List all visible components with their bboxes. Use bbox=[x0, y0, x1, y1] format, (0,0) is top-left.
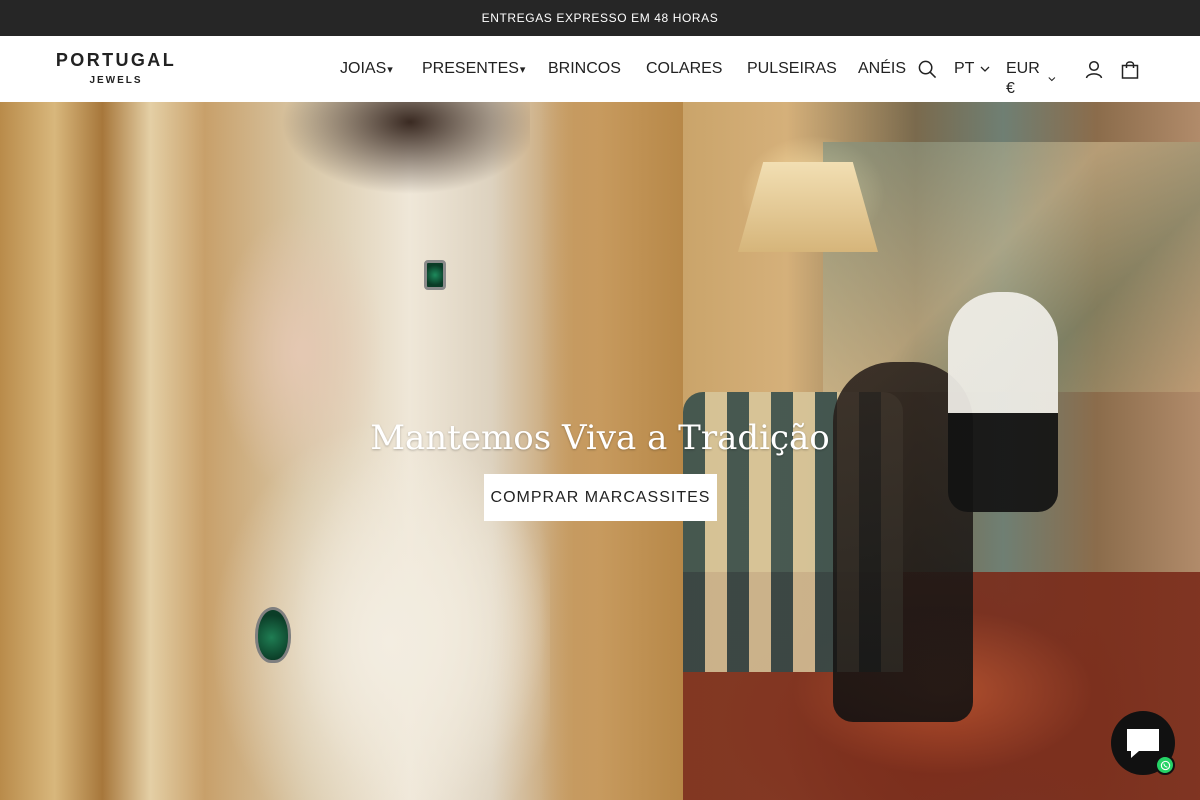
shopping-bag-icon bbox=[1121, 60, 1139, 79]
hero-content: Mantemos Viva a Tradição bbox=[0, 418, 1200, 458]
language-selector[interactable]: PT bbox=[954, 59, 990, 79]
announcement-bar: ENTREGAS EXPRESSO EM 48 HORAS bbox=[0, 0, 1200, 36]
nav-item-brincos[interactable]: BRINCOS bbox=[548, 59, 621, 79]
caret-down-icon: ▾ bbox=[387, 64, 393, 76]
hero-title: Mantemos Viva a Tradição bbox=[370, 418, 830, 458]
nav-item-aneis[interactable]: ANÉIS bbox=[858, 59, 906, 79]
chat-bubble-icon bbox=[1127, 729, 1159, 758]
emerald-pendant-graphic bbox=[255, 607, 291, 663]
nav-label: BRINCOS bbox=[548, 60, 621, 77]
nav-item-colares[interactable]: COLARES bbox=[646, 59, 722, 79]
nav-label: ANÉIS bbox=[858, 60, 907, 77]
announcement-text: ENTREGAS EXPRESSO EM 48 HORAS bbox=[481, 11, 719, 25]
account-button[interactable] bbox=[1083, 58, 1105, 80]
chevron-down-icon bbox=[1048, 77, 1056, 82]
hero-banner: Mantemos Viva a Tradição COMPRAR MARCASS… bbox=[0, 102, 1200, 800]
currency-selector[interactable]: EUR € bbox=[1006, 59, 1056, 99]
hero-photo-detail bbox=[190, 402, 550, 800]
brand-logo[interactable]: PORTUGAL JEWELS bbox=[52, 50, 180, 86]
whatsapp-badge[interactable] bbox=[1155, 755, 1175, 775]
nav-label: JOIAS bbox=[340, 60, 387, 77]
site-header: PORTUGAL JEWELS JOIAS▾ PRESENTES▾ BRINCO… bbox=[0, 36, 1200, 102]
user-icon bbox=[1085, 60, 1103, 78]
language-label: PT bbox=[954, 60, 975, 77]
shop-marcassites-button[interactable]: COMPRAR MARCASSITES bbox=[484, 474, 717, 521]
search-icon bbox=[918, 60, 936, 78]
hero-photo-detail bbox=[250, 102, 530, 242]
currency-label: EUR € bbox=[1006, 60, 1040, 97]
brand-subtitle: JEWELS bbox=[89, 75, 143, 86]
nav-label: COLARES bbox=[646, 60, 723, 77]
brand-name: PORTUGAL bbox=[55, 50, 177, 70]
model-figure bbox=[948, 292, 1058, 512]
emerald-earring-graphic bbox=[424, 260, 446, 290]
caret-down-icon: ▾ bbox=[519, 64, 526, 76]
nav-item-joias[interactable]: JOIAS▾ bbox=[340, 59, 393, 80]
nav-label: PRESENTES bbox=[422, 60, 519, 77]
whatsapp-icon bbox=[1160, 760, 1170, 770]
nav-item-pulseiras[interactable]: PULSEIRAS bbox=[747, 59, 837, 79]
nav-label: PULSEIRAS bbox=[747, 60, 837, 77]
nav-item-presentes[interactable]: PRESENTES▾ bbox=[422, 59, 525, 80]
chevron-down-icon bbox=[980, 66, 990, 72]
search-button[interactable] bbox=[916, 58, 938, 80]
cart-button[interactable] bbox=[1119, 58, 1141, 80]
